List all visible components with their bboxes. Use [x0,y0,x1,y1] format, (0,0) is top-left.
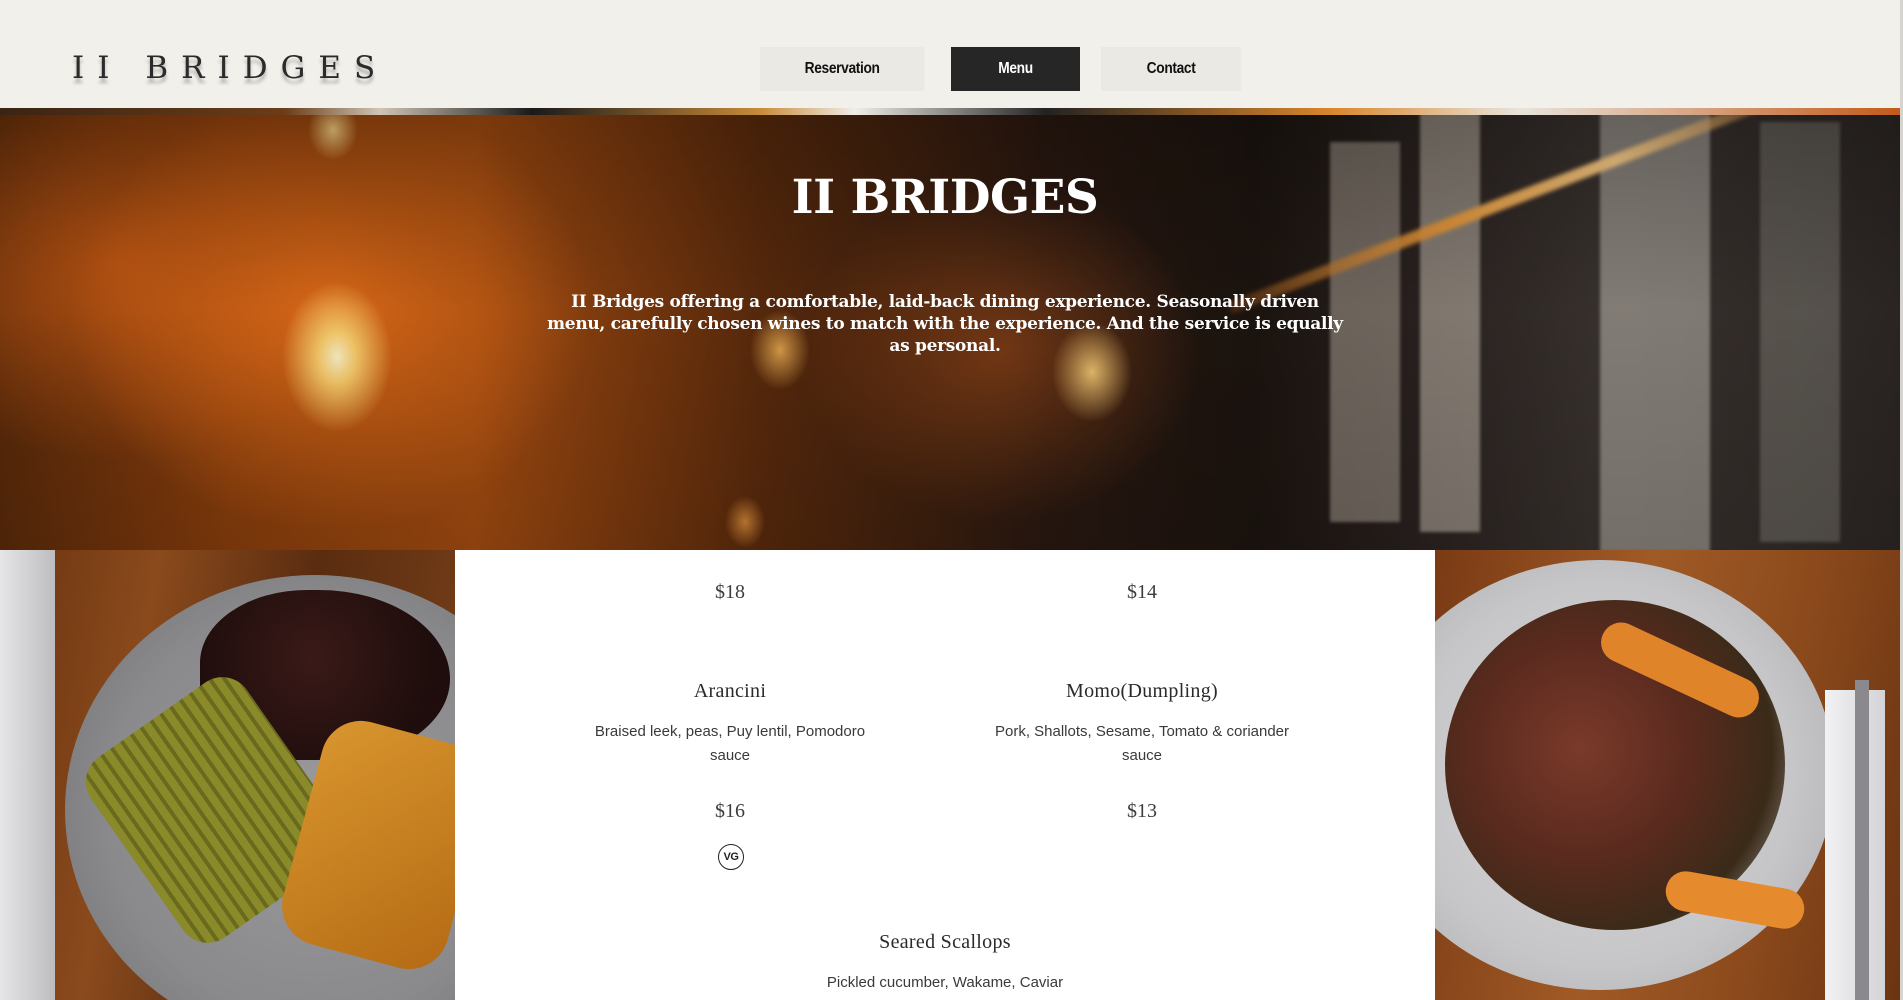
main-nav: Reservation Menu Contact [760,47,1264,91]
menu-item-name: Momo(Dumpling) [1066,680,1218,702]
menu-item-description: Braised leek, peas, Puy lentil, Pomodoro… [594,723,866,764]
menu-item-price: $14 [1127,581,1157,603]
header-photo-strip [0,108,1900,115]
hero-title: II BRIDGES [791,170,1099,225]
site-header: II BRIDGES Reservation Menu Contact [0,0,1903,108]
menu-item-description: Pork, Shallots, Sesame, Tomato & coriand… [994,723,1290,764]
menu-item-description: Pickled cucumber, Wakame, Caviar [826,974,1064,991]
menu-panel: $18 $14 Arancini Braised leek, peas, Puy… [455,550,1435,1000]
fork-image [1855,680,1869,1000]
menu-item-price: $16 [715,800,745,822]
duck-dish-image [1435,550,1900,1000]
knife-image [0,550,55,1000]
hero-tagline: II Bridges offering a comfortable, laid-… [547,292,1343,356]
nav-menu[interactable]: Menu [951,47,1080,91]
nav-reservation[interactable]: Reservation [760,47,925,91]
vegan-badge-icon: VG [718,844,744,870]
steak-dish-image [0,550,455,1000]
page: II BRIDGES Reservation Menu Contact II B… [0,0,1903,1000]
menu-item-price: $13 [1127,800,1157,822]
nav-contact[interactable]: Contact [1101,47,1242,91]
menu-item-name: Seared Scallops [879,931,1011,953]
menu-item-name: Arancini [693,680,767,702]
menu-item-price: $18 [715,581,745,603]
brand-logo[interactable]: II BRIDGES [72,50,388,86]
